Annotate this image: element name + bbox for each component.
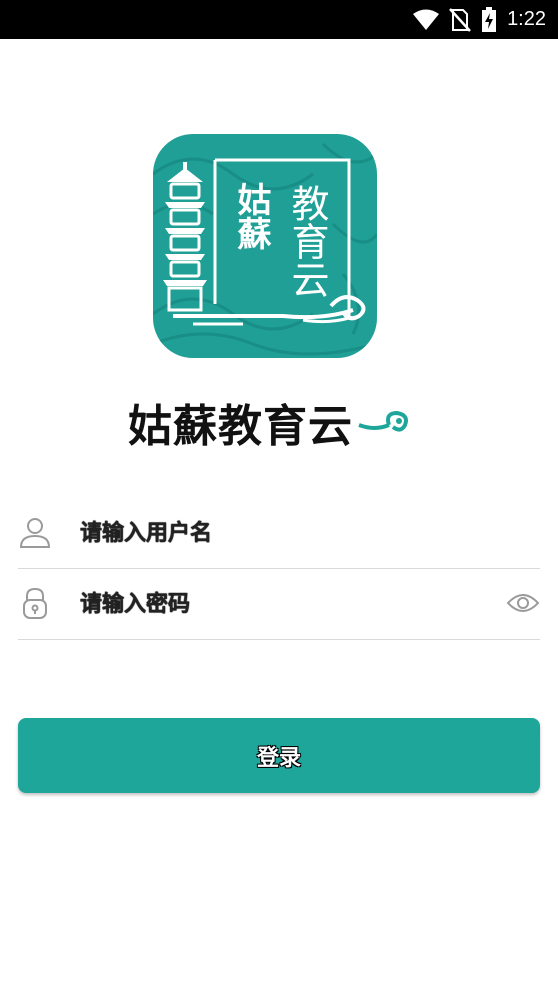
login-screen: 1:22 姑蘇 教育云 姑蘇教育云 请输入用户名 登录: [0, 0, 558, 993]
eye-icon[interactable]: [506, 589, 540, 617]
status-bar: 1:22: [0, 0, 558, 39]
cloud-swirl-icon: [358, 410, 408, 432]
lock-icon: [23, 587, 47, 619]
app-logo: 姑蘇 教育云: [153, 134, 377, 358]
status-time: 1:22: [507, 8, 546, 30]
password-field: [18, 569, 540, 640]
username-field: [18, 498, 540, 569]
login-button-label: 登录: [256, 745, 301, 771]
logo-text-left: 姑蘇: [231, 182, 271, 250]
wifi-icon: [413, 9, 440, 30]
logo-text-right: 教育云: [285, 184, 329, 298]
app-title: 姑蘇教育云: [128, 392, 411, 452]
password-input[interactable]: [80, 585, 480, 623]
status-icons: 1:22: [413, 0, 546, 39]
no-sim-icon: [449, 7, 471, 32]
app-title-text: 姑蘇教育云: [128, 401, 353, 452]
battery-charging-icon: [482, 6, 497, 32]
username-input[interactable]: [80, 514, 480, 552]
login-button[interactable]: 登录: [18, 718, 540, 793]
user-icon: [19, 518, 51, 548]
